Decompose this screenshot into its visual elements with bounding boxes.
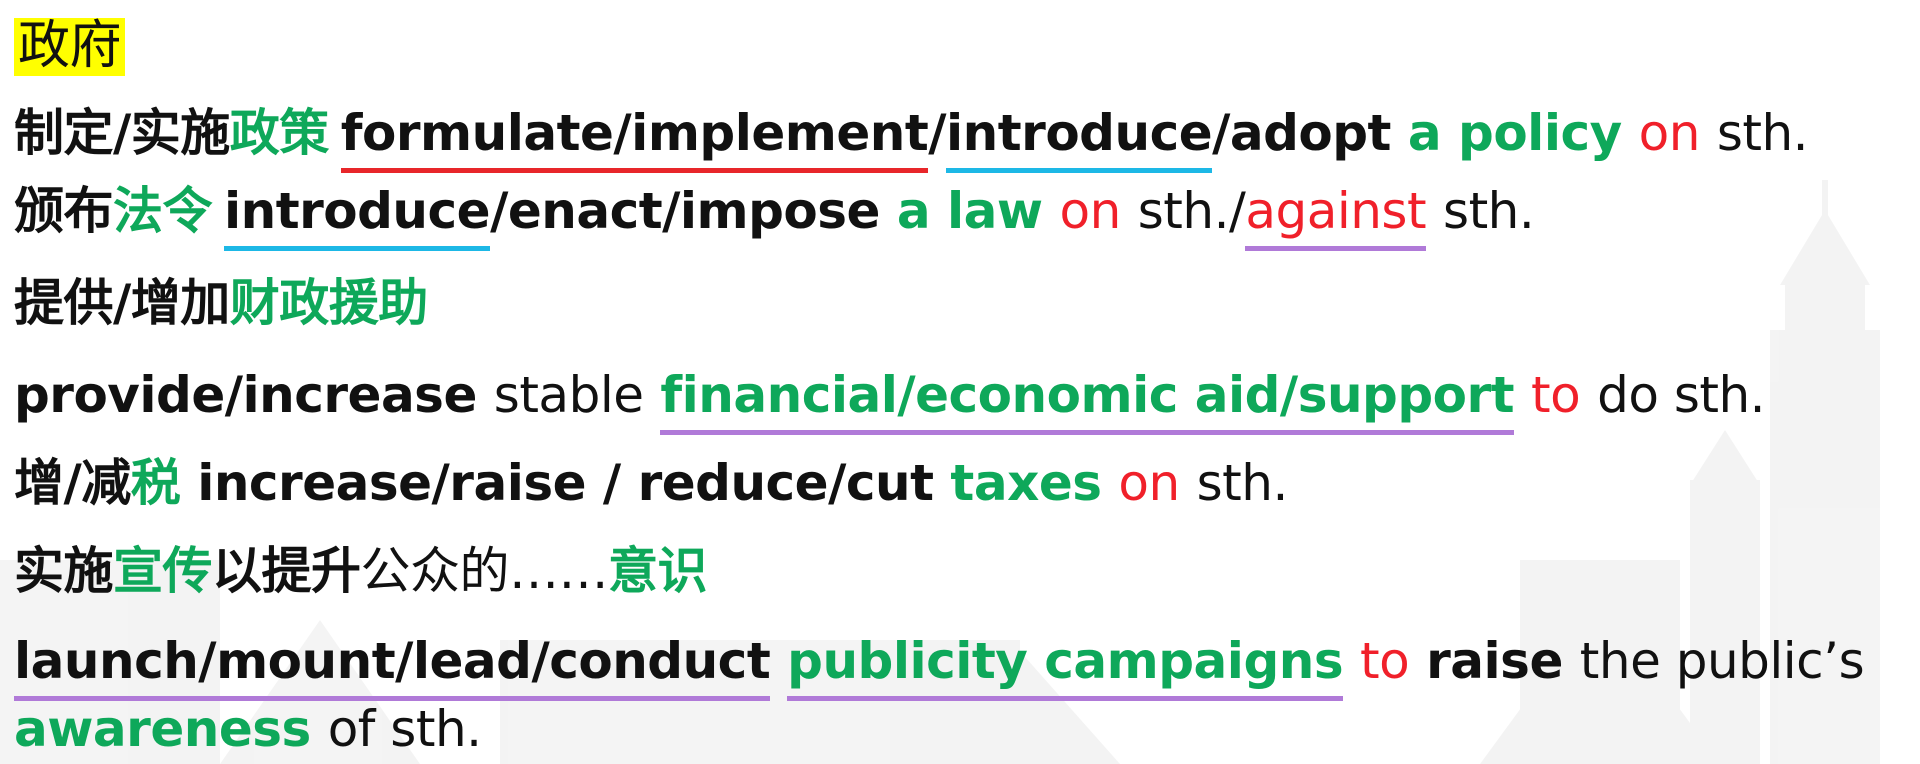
object-phrase-underlined: publicity campaigns (787, 632, 1344, 701)
cn-keyword: 法令 (113, 182, 213, 240)
cn-phrase-3: 公众的…… (360, 542, 609, 600)
line-publicity-cn: 实施宣传以提升公众的……意识 (14, 546, 708, 596)
mid-text: sth./ (1137, 182, 1246, 240)
verb-phrase: increase/raise / reduce/cut (197, 454, 934, 512)
preposition-underlined: against (1245, 182, 1427, 251)
adjective: stable (493, 366, 644, 424)
verb-phrase-underlined-red: formulate/implement (340, 104, 929, 173)
line-policy: 制定/实施政策 formulate/implement/introduce/ado… (14, 104, 1809, 173)
preposition: to (1360, 632, 1410, 690)
line-awareness: awareness of sth. (14, 704, 482, 754)
cn-keyword-2: 意识 (608, 542, 708, 600)
cn-keyword: 财政援助 (229, 274, 429, 332)
verb-phrase: provide/increase (14, 366, 477, 424)
line-taxes: 增/减税 increase/raise / reduce/cut taxes o… (14, 458, 1288, 508)
slash: / (928, 104, 947, 162)
tail-text: sth. (1443, 182, 1535, 240)
verb-phrase: /enact/impose (490, 182, 880, 240)
verb-phrase-underlined-cyan: introduce (946, 104, 1213, 173)
cn-keyword: 政策 (229, 104, 330, 162)
line-law: 颁布法令 introduce/enact/impose a law on sth.… (14, 182, 1535, 251)
cn-phrase: 实施 (14, 542, 114, 600)
cn-phrase: 提供/增加 (14, 274, 230, 332)
tail-text: sth. (1196, 454, 1289, 512)
verb-phrase-underlined-cyan: introduce (224, 182, 491, 251)
line-financial-aid-cn: 提供/增加财政援助 (14, 278, 428, 328)
object-phrase: taxes (950, 454, 1102, 512)
preposition: on (1118, 454, 1180, 512)
object-phrase-underlined: financial/economic aid/support (660, 366, 1515, 435)
line-financial-aid-en: provide/increase stable financial/econom… (14, 366, 1766, 435)
preposition: on (1638, 104, 1701, 162)
tail-text: sth. (1716, 104, 1809, 162)
cn-phrase: 制定/实施 (14, 104, 230, 162)
verb-phrase-underlined: launch/mount/lead/conduct (14, 632, 771, 701)
preposition: on (1059, 182, 1122, 240)
title-highlight: 政府 (14, 18, 126, 76)
cn-keyword: 宣传 (113, 542, 213, 600)
cn-keyword: 税 (130, 454, 181, 512)
preposition: to (1530, 366, 1581, 424)
verb-phrase: /adopt (1212, 104, 1391, 162)
object-phrase: a policy (1407, 104, 1622, 162)
vocabulary-slide: 政府 制定/实施政策 formulate/implement/introduce/… (0, 0, 1920, 764)
line-publicity-en: launch/mount/lead/conduct publicity camp… (14, 632, 1865, 701)
cn-phrase-2: 以提升 (212, 542, 361, 600)
tail-text: the public’s (1579, 632, 1865, 690)
section-title: 政府 (14, 18, 126, 76)
verb: raise (1426, 632, 1563, 690)
cn-phrase: 增/减 (14, 454, 131, 512)
tail-text: of sth. (327, 700, 482, 758)
cn-phrase: 颁布 (14, 182, 114, 240)
object-phrase: awareness (14, 700, 311, 758)
object-phrase: a law (896, 182, 1043, 240)
tail-text: do sth. (1597, 366, 1766, 424)
